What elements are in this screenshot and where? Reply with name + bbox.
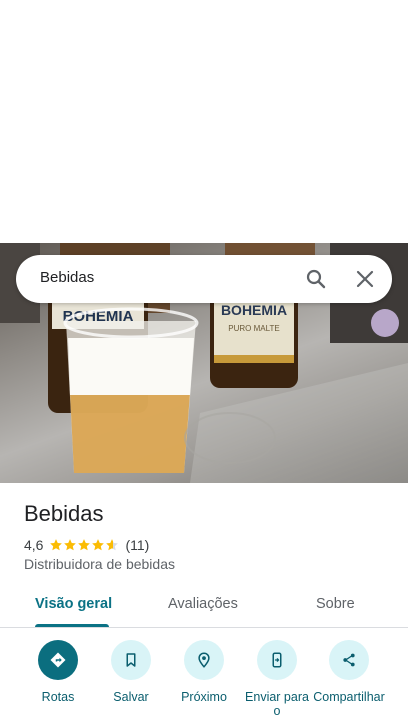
right-bottle-label: BOHEMIA: [221, 302, 287, 318]
star-icon: [78, 539, 91, 551]
search-bar[interactable]: Bebidas: [16, 255, 392, 303]
rating-row[interactable]: 4,6 (11): [24, 536, 149, 554]
directions-button[interactable]: Rotas: [22, 640, 94, 704]
tab-overview[interactable]: Visão geral: [35, 596, 112, 612]
tab-bar: Visão geral Avaliações Sobre: [0, 588, 408, 628]
place-category: Distribuidora de bebidas: [24, 556, 175, 572]
rating-stars: [49, 538, 119, 552]
right-bottle-sublabel: PURO MALTE: [228, 324, 279, 333]
send-to-phone-label: Enviar para o: [245, 690, 309, 718]
nearby-label: Próximo: [181, 690, 227, 704]
share-button[interactable]: Compartilhar: [313, 640, 385, 704]
close-icon[interactable]: [353, 267, 377, 291]
bookmark-icon[interactable]: [111, 640, 151, 680]
share-label: Compartilhar: [313, 690, 385, 704]
action-bar: Rotas Salvar Próximo Enviar para o Compa…: [0, 640, 408, 726]
search-icon[interactable]: [304, 267, 328, 291]
tab-reviews[interactable]: Avaliações: [168, 596, 238, 612]
star-icon: [64, 539, 77, 551]
half-star-icon: [106, 539, 119, 551]
star-icon: [50, 539, 63, 551]
place-title: Bebidas: [24, 501, 104, 526]
map-blank-area: [0, 0, 408, 243]
directions-label: Rotas: [41, 690, 75, 704]
nearby-icon[interactable]: [184, 640, 224, 680]
star-icon: [92, 539, 105, 551]
review-count[interactable]: (11): [125, 537, 149, 553]
active-tab-indicator: [35, 624, 109, 627]
save-label: Salvar: [113, 690, 149, 704]
search-input[interactable]: Bebidas: [40, 269, 94, 286]
send-to-phone-button[interactable]: Enviar para o: [241, 640, 313, 718]
rating-value: 4,6: [24, 537, 44, 553]
save-button[interactable]: Salvar: [95, 640, 167, 704]
directions-icon[interactable]: [38, 640, 78, 680]
nearby-button[interactable]: Próximo: [168, 640, 240, 704]
share-icon[interactable]: [329, 640, 369, 680]
tab-about[interactable]: Sobre: [316, 596, 355, 612]
send-to-phone-icon[interactable]: [257, 640, 297, 680]
